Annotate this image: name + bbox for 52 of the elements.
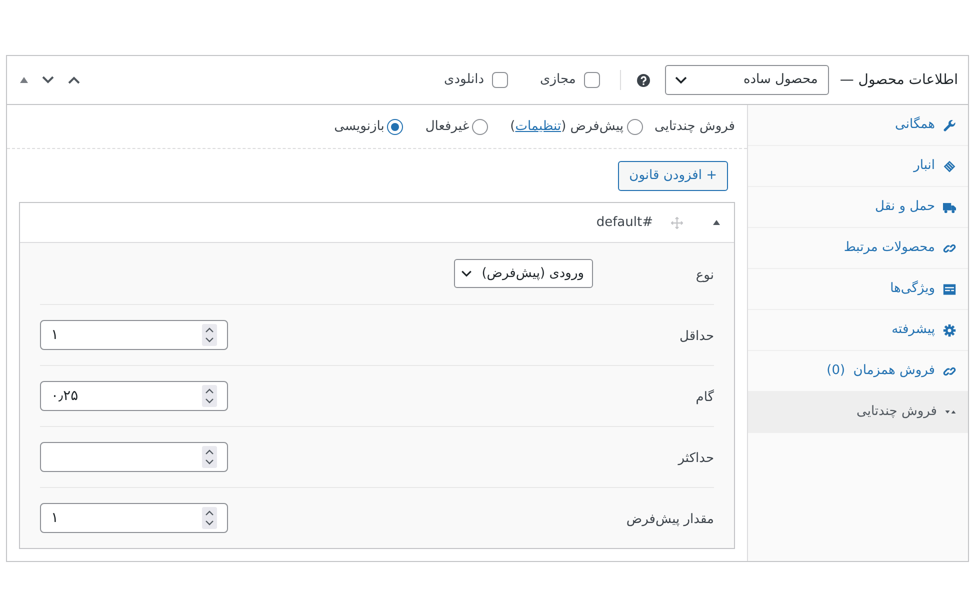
sidebar-tab[interactable]: همگانی bbox=[748, 105, 968, 146]
triangle-up-icon[interactable] bbox=[713, 220, 720, 225]
number-input[interactable]: ۱ bbox=[40, 320, 228, 350]
truck-icon bbox=[943, 200, 956, 214]
gear-icon bbox=[943, 324, 956, 336]
sidebar-tab[interactable]: پیشرفته bbox=[748, 310, 968, 351]
help-icon[interactable] bbox=[636, 74, 650, 86]
type-select[interactable]: ورودی (پیش‌فرض) bbox=[454, 259, 593, 288]
field-label: نوع bbox=[696, 268, 714, 282]
number-input[interactable] bbox=[40, 442, 228, 472]
triangles-icon bbox=[945, 409, 956, 415]
bulk-sale-label: فروش چندتایی bbox=[654, 118, 735, 136]
radio-button[interactable] bbox=[387, 118, 404, 134]
spinner-icon[interactable] bbox=[202, 446, 217, 468]
field-label: گام bbox=[696, 390, 714, 405]
sidebar-tab[interactable]: محصولات مرتبط bbox=[748, 228, 968, 269]
checkbox-label: دانلودی bbox=[444, 71, 484, 90]
field-label: حداقل bbox=[679, 329, 714, 344]
rule-title: default# bbox=[596, 214, 653, 232]
number-input[interactable]: ۱ bbox=[40, 503, 228, 533]
add-rule-button[interactable]: + افزودن قانون bbox=[618, 161, 728, 191]
radio-label: بازنویسی bbox=[334, 118, 384, 136]
link-icon bbox=[943, 242, 956, 254]
field-label: مقدار پیش‌فرض bbox=[626, 512, 714, 527]
spinner-icon[interactable] bbox=[202, 385, 217, 407]
sidebar-tab[interactable]: فروش چندتایی bbox=[748, 392, 968, 433]
link-icon bbox=[943, 364, 956, 378]
chevron-up-icon[interactable] bbox=[68, 76, 80, 84]
radio-label: پیش‌فرض (تنظیمات) bbox=[510, 118, 624, 136]
card-icon bbox=[943, 282, 956, 296]
chevron-down-icon bbox=[461, 270, 472, 277]
checkbox[interactable] bbox=[584, 72, 600, 88]
checkbox-label: مجازی bbox=[540, 71, 576, 90]
radio-button[interactable] bbox=[626, 118, 643, 134]
radio-button[interactable] bbox=[472, 118, 488, 134]
product-type-select[interactable]: محصول ساده bbox=[664, 65, 829, 95]
sidebar-tab[interactable]: ویژگی‌ها bbox=[748, 269, 968, 310]
radio-label: غیرفعال bbox=[425, 118, 470, 136]
triangle-up-icon[interactable] bbox=[20, 77, 28, 83]
tag-icon bbox=[943, 160, 956, 172]
spinner-icon[interactable] bbox=[202, 324, 217, 346]
spinner-icon[interactable] bbox=[202, 507, 217, 529]
sidebar-tab[interactable]: حمل و نقل bbox=[748, 187, 968, 228]
field-label: حداکثر bbox=[678, 451, 714, 466]
wrench-icon bbox=[943, 118, 956, 132]
panel-title: اطلاعات محصول — bbox=[840, 70, 958, 90]
checkbox[interactable] bbox=[492, 72, 508, 88]
settings-link[interactable]: تنظیمات bbox=[515, 118, 562, 134]
sidebar-tab[interactable]: انبار bbox=[748, 146, 968, 187]
number-input[interactable]: ۰٫۲۵ bbox=[40, 381, 228, 411]
chevron-down-icon[interactable] bbox=[42, 76, 54, 84]
chevron-down-icon bbox=[674, 76, 687, 84]
